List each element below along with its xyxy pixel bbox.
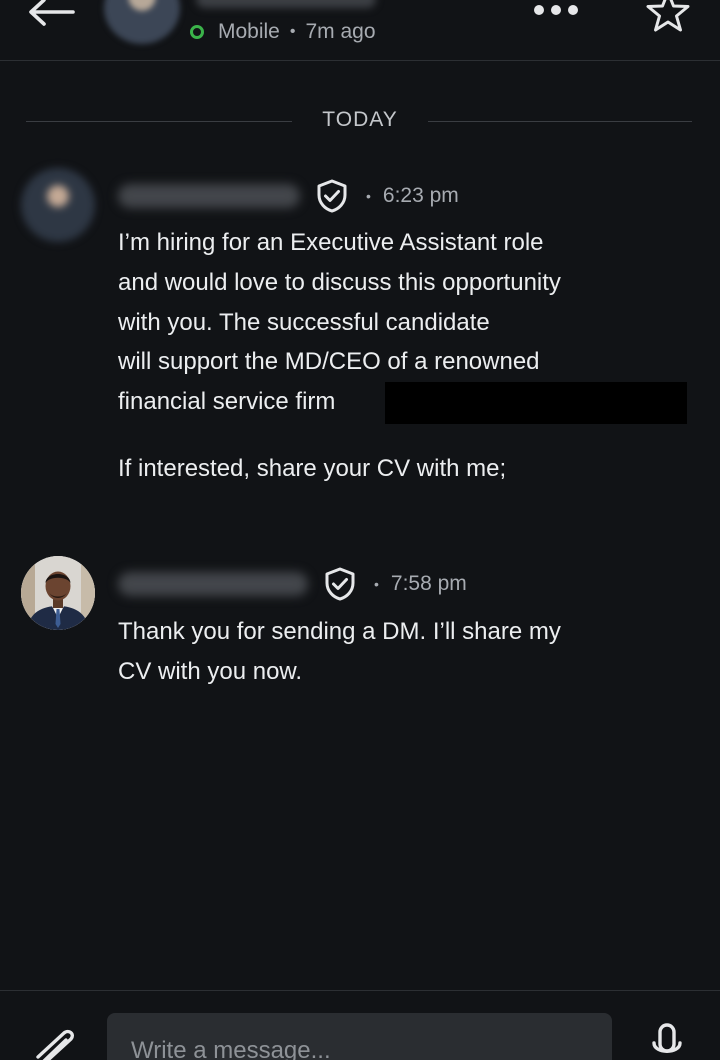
more-horizontal-icon [534,5,578,15]
day-divider: TODAY [26,104,692,138]
star-conversation-button[interactable] [644,0,692,34]
conversation-header: Mobile • 7m ago [0,0,720,61]
message-body: Thank you for sending a DM. I’ll share m… [118,612,561,692]
contact-name-redacted [196,0,376,8]
last-seen-text: 7m ago [305,20,376,43]
attach-button[interactable] [30,1027,80,1060]
message-input[interactable] [107,1013,612,1060]
sender-avatar[interactable] [21,556,95,630]
separator-dot: • [374,576,379,592]
message-composer [0,990,720,1060]
contact-status: Mobile • 7m ago [190,18,376,46]
day-label: TODAY [322,108,398,131]
message-item: • 7:58 pm Thank you for sending a DM. I’… [0,556,720,696]
message-line: with you. The successful candidate [118,308,490,336]
online-status-icon [190,25,204,39]
message-time: 6:23 pm [382,184,459,207]
divider-line [26,121,292,122]
paperclip-icon [36,1029,74,1060]
message-meta: • 6:23 pm [118,176,459,216]
message-item: • 6:23 pm I’m hiring for an Executive As… [0,168,720,508]
message-meta: • 7:58 pm [118,564,467,604]
microphone-icon [652,1023,682,1053]
message-line: and would love to discuss this opportuni… [118,268,561,296]
arrow-left-icon [29,0,75,26]
sender-avatar[interactable] [21,168,95,242]
message-line: I’m hiring for an Executive Assistant ro… [118,229,544,256]
verified-shield-icon [317,179,347,213]
message-line: CV with you now. [118,657,303,685]
more-options-button[interactable] [528,0,584,22]
separator-dot: • [289,23,296,40]
separator-dot: • [366,188,371,204]
divider-line [428,121,692,122]
contact-avatar[interactable] [104,0,180,44]
back-button[interactable] [26,0,76,30]
message-time: 7:58 pm [390,572,467,595]
verified-shield-icon [325,567,355,601]
profile-photo [21,556,95,630]
message-line: Thank you for sending a DM. I’ll share m… [118,618,561,645]
message-line: will support the MD/CEO of a renowned [118,348,540,376]
sender-name-redacted[interactable] [118,572,308,596]
message-line: If interested, share your CV with me; [118,455,507,482]
sender-name-redacted[interactable] [118,184,300,208]
star-icon [646,0,690,32]
status-text: Mobile [218,20,280,43]
redacted-block [385,382,687,424]
voice-message-button[interactable] [648,1021,688,1060]
